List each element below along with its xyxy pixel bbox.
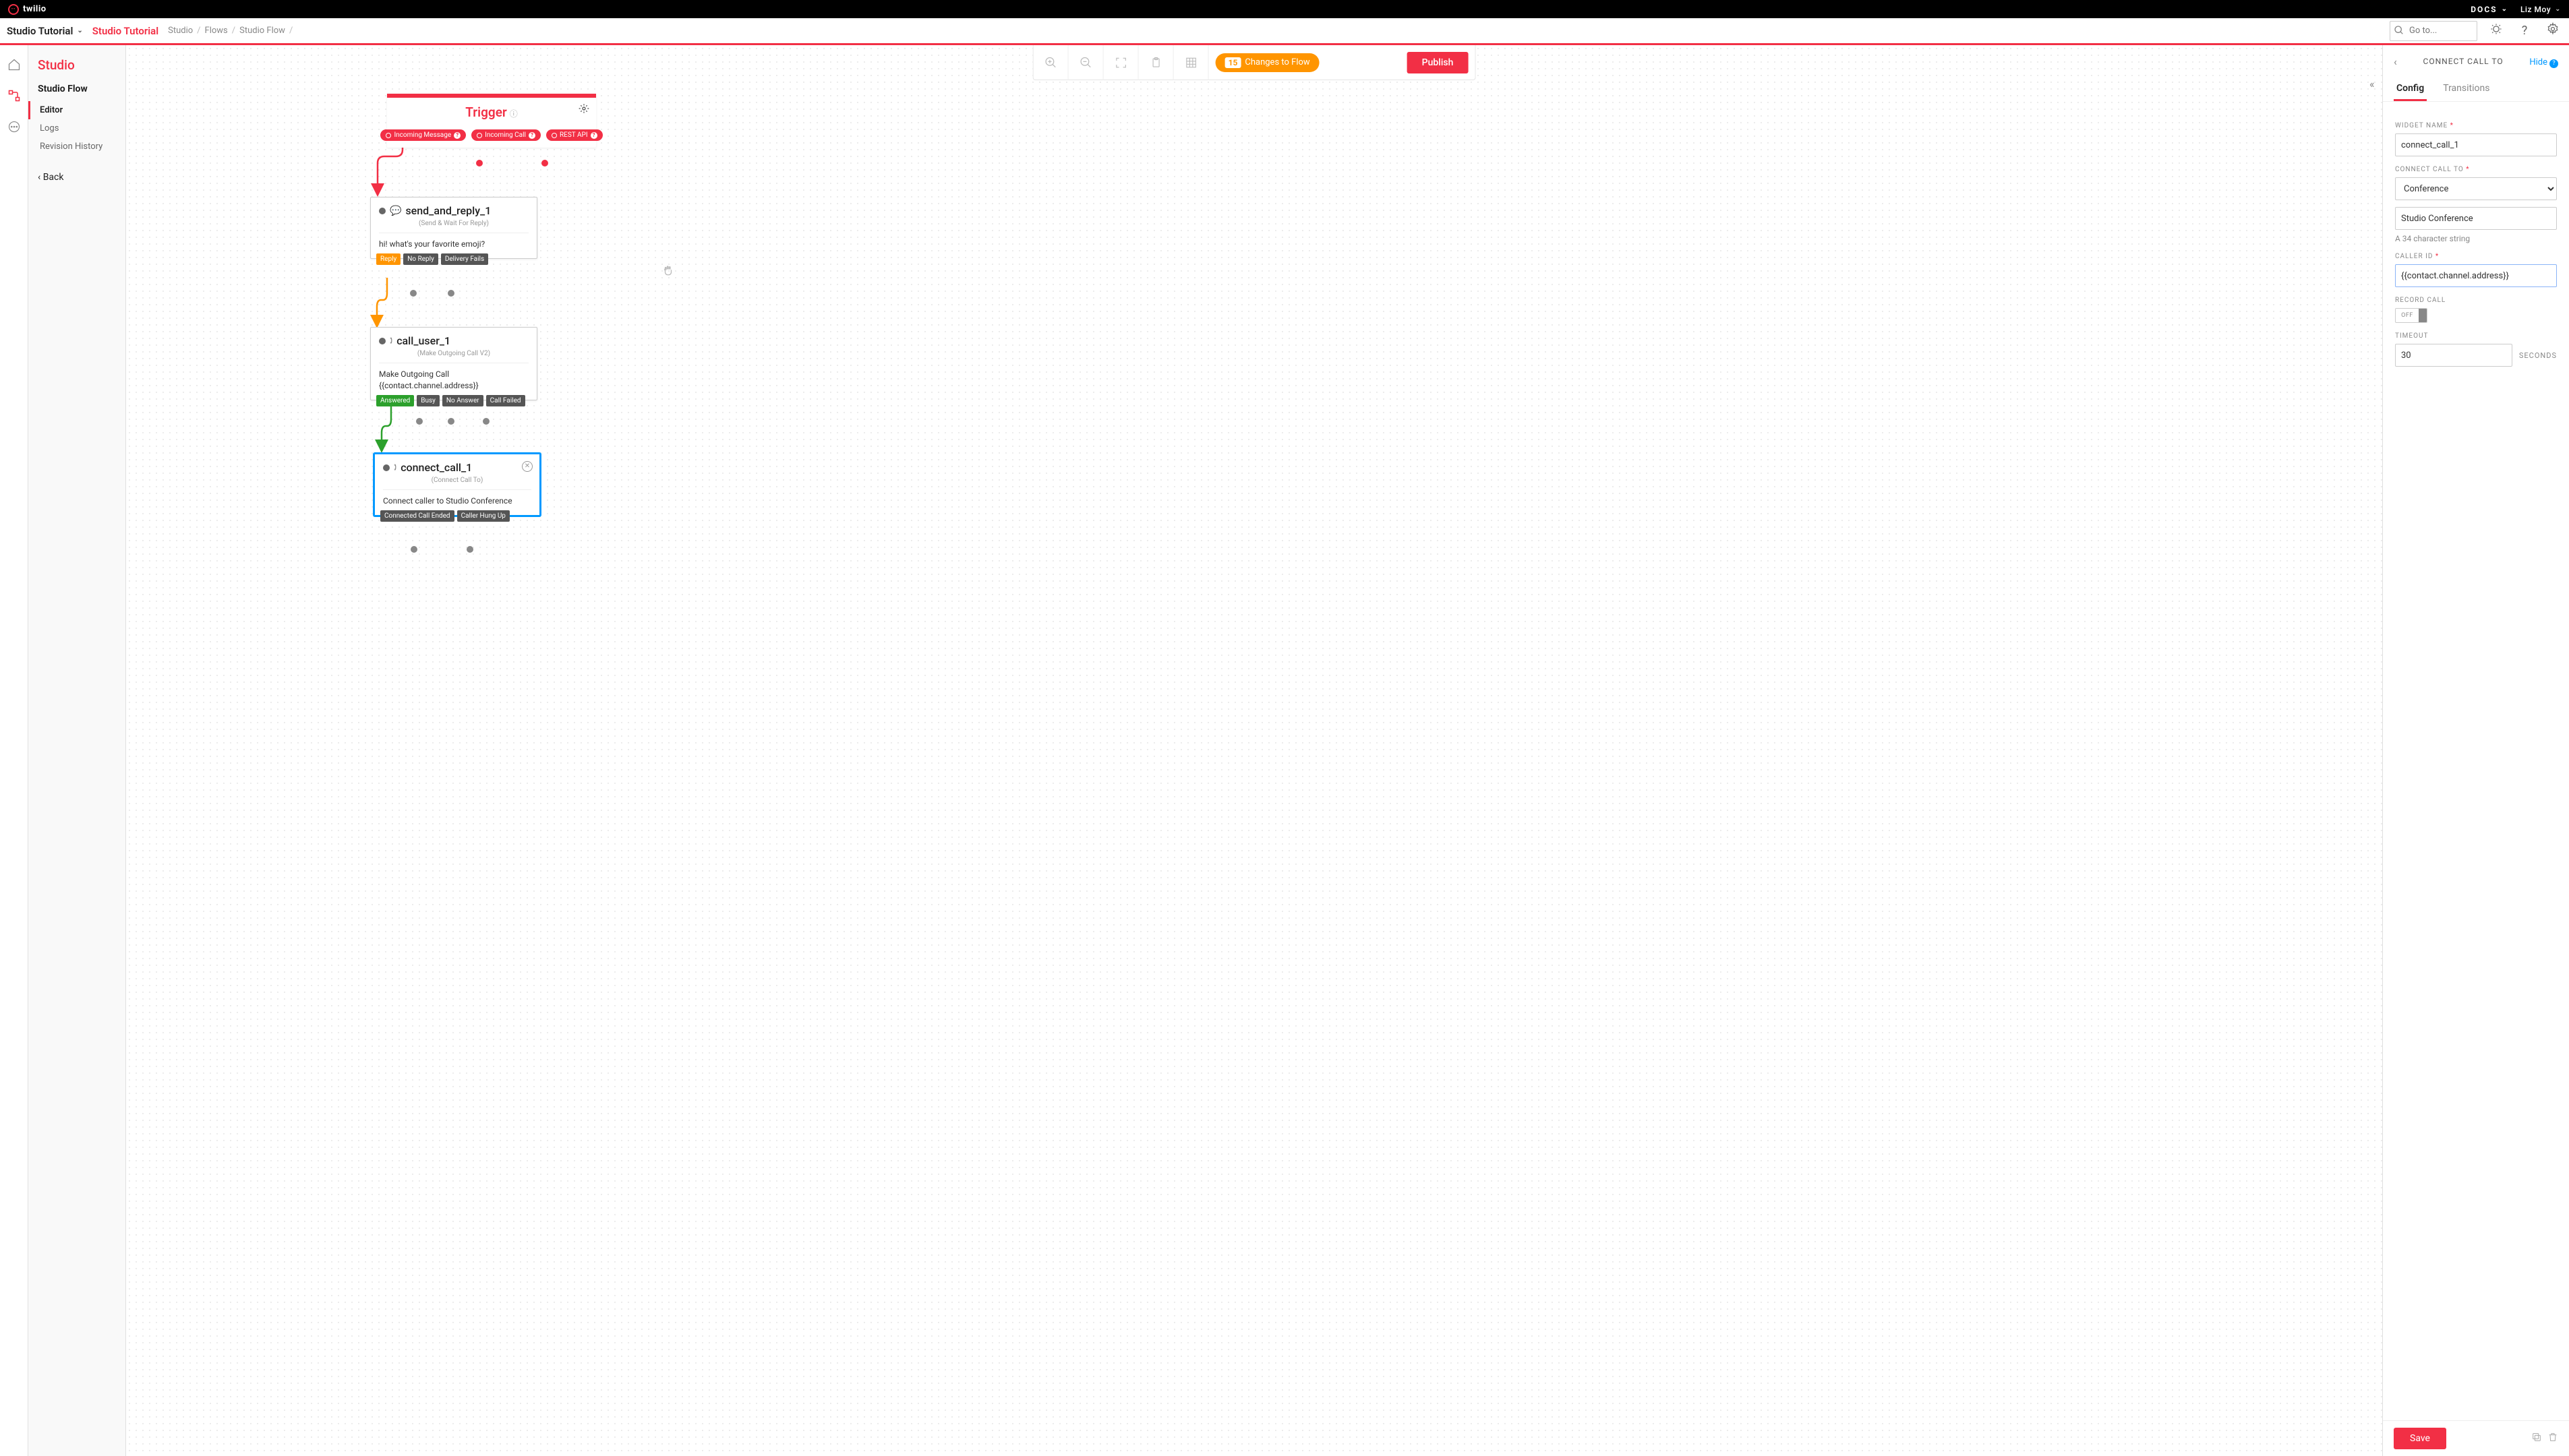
conference-name-input[interactable]: [2395, 207, 2557, 230]
input-port-icon: [379, 208, 386, 214]
publish-button[interactable]: Publish: [1407, 52, 1469, 73]
panel-title: Studio: [28, 57, 125, 84]
flow-icon[interactable]: [7, 88, 22, 103]
input-port-icon: [383, 464, 390, 471]
config-title: CONNECT CALL TO: [2404, 57, 2523, 66]
home-icon[interactable]: [7, 57, 22, 72]
widget-call-user[interactable]: 🕽 call_user_1 (Make Outgoing Call V2) Ma…: [370, 327, 537, 400]
collapse-panel-icon[interactable]: «: [2369, 78, 2375, 90]
project-name-highlight: Studio Tutorial: [92, 25, 158, 37]
outlet-incoming-message[interactable]: Incoming Message?: [380, 129, 466, 141]
flow-name: Studio Flow: [28, 84, 125, 101]
crumb-studio[interactable]: Studio: [168, 26, 193, 36]
chevron-left-icon[interactable]: ‹: [2394, 55, 2397, 68]
info-icon: ⓘ: [510, 109, 518, 119]
search-icon: [2394, 25, 2404, 38]
chevron-down-icon: ⌄: [77, 27, 82, 34]
label-widget-name: WIDGET NAME *: [2395, 122, 2557, 129]
trash-icon[interactable]: [2547, 1432, 2558, 1445]
debug-icon[interactable]: [2487, 22, 2506, 39]
out-caller-hung-up[interactable]: Caller Hung Up: [457, 510, 510, 522]
widget-subtitle: (Connect Call To): [375, 477, 539, 489]
widget-send-and-reply[interactable]: 💬 send_and_reply_1 (Send & Wait For Repl…: [370, 197, 537, 259]
clipboard-icon[interactable]: [1139, 45, 1174, 80]
chevron-down-icon: ⌄: [2555, 5, 2561, 13]
label-timeout: TIMEOUT: [2395, 332, 2557, 340]
out-no-answer[interactable]: No Answer: [442, 395, 483, 406]
label-connect-to: CONNECT CALL TO *: [2395, 166, 2557, 173]
chat-icon: 💬: [390, 206, 401, 216]
widget-subtitle: (Send & Wait For Reply): [371, 220, 537, 233]
trigger-title: Trigger: [465, 104, 506, 120]
twilio-logo[interactable]: •• twilio: [8, 4, 47, 15]
phone-icon: 🕽: [394, 462, 396, 473]
help-icon[interactable]: ?: [2515, 24, 2534, 38]
widget-name: connect_call_1: [401, 461, 472, 474]
gear-icon[interactable]: [579, 103, 589, 117]
grid-icon[interactable]: [1174, 45, 1209, 80]
save-button[interactable]: Save: [2394, 1428, 2446, 1449]
timeout-unit: SECONDS: [2519, 351, 2557, 360]
crumb-studioflow[interactable]: Studio Flow: [239, 26, 285, 36]
changes-label: Changes to Flow: [1245, 57, 1309, 67]
search-box[interactable]: [2390, 21, 2477, 41]
brand-text: twilio: [23, 4, 47, 14]
crumb-flows[interactable]: Flows: [205, 26, 228, 36]
out-answered[interactable]: Answered: [376, 395, 414, 406]
out-delivery-fails[interactable]: Delivery Fails: [441, 253, 488, 265]
hide-button[interactable]: Hide?: [2529, 55, 2558, 68]
changes-pill[interactable]: 15 Changes to Flow: [1216, 53, 1320, 72]
zoom-out-icon[interactable]: [1069, 45, 1104, 80]
fit-icon[interactable]: [1104, 45, 1139, 80]
widget-connect-call[interactable]: 🕽 connect_call_1 ✕ (Connect Call To) Con…: [374, 453, 541, 516]
label-record-call: RECORD CALL: [2395, 297, 2557, 304]
chevron-down-icon: ⌄: [2502, 5, 2508, 13]
out-reply[interactable]: Reply: [376, 253, 401, 265]
out-busy[interactable]: Busy: [417, 395, 440, 406]
widget-trigger[interactable]: Trigger ⓘ Incoming Message? Incoming Cal…: [387, 94, 596, 148]
project-selector[interactable]: Studio Tutorial ⌄: [7, 25, 83, 37]
widget-subtitle: (Make Outgoing Call V2): [371, 350, 537, 363]
back-link[interactable]: ‹ Back: [28, 156, 125, 199]
nav-logs[interactable]: Logs: [28, 119, 125, 138]
record-call-toggle[interactable]: OFF: [2395, 308, 2427, 323]
outlet-incoming-call[interactable]: Incoming Call?: [471, 129, 541, 141]
docs-menu[interactable]: DOCS ⌄: [2471, 5, 2508, 14]
tab-config[interactable]: Config: [2394, 78, 2427, 101]
close-icon[interactable]: ✕: [522, 461, 533, 472]
user-menu[interactable]: Liz Moy ⌄: [2520, 5, 2561, 14]
more-icon[interactable]: [7, 119, 22, 134]
phone-icon: 🕽: [390, 336, 392, 346]
connect-to-select[interactable]: Conference: [2395, 177, 2557, 200]
out-call-failed[interactable]: Call Failed: [486, 395, 525, 406]
tab-transitions[interactable]: Transitions: [2440, 78, 2492, 101]
nav-editor[interactable]: Editor: [28, 101, 125, 119]
out-no-reply[interactable]: No Reply: [403, 253, 438, 265]
outlet-rest-api[interactable]: REST API?: [546, 129, 603, 141]
settings-icon[interactable]: [2543, 22, 2562, 39]
widget-name: call_user_1: [396, 334, 450, 347]
caller-id-input[interactable]: [2395, 264, 2557, 287]
zoom-in-icon[interactable]: [1034, 45, 1069, 80]
changes-count: 15: [1225, 57, 1241, 68]
out-connected-ended[interactable]: Connected Call Ended: [380, 510, 454, 522]
nav-revision-history[interactable]: Revision History: [28, 138, 125, 156]
widget-name-input[interactable]: [2395, 133, 2557, 156]
label-caller-id: CALLER ID *: [2395, 253, 2557, 260]
conference-hint: A 34 character string: [2395, 234, 2557, 243]
widget-name: send_and_reply_1: [405, 204, 491, 217]
timeout-input[interactable]: [2395, 344, 2512, 367]
duplicate-icon[interactable]: [2531, 1432, 2542, 1445]
breadcrumb: Studio/ Flows/ Studio Flow/: [168, 26, 293, 36]
input-port-icon: [379, 338, 386, 344]
